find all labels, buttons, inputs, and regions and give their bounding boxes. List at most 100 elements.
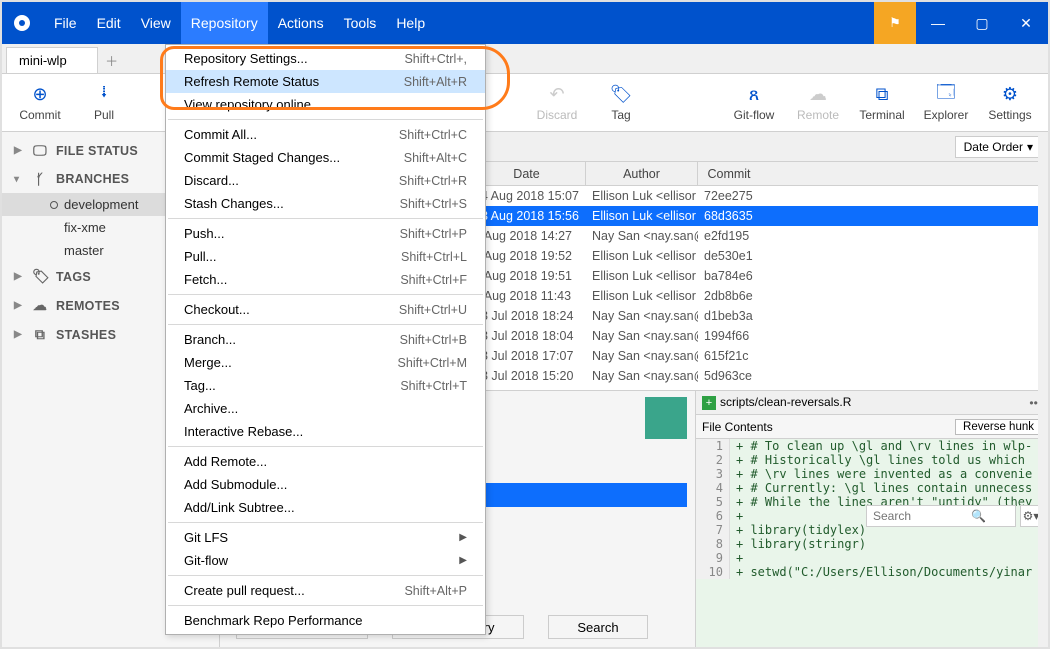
menu-item-label: Branch... [184,332,236,347]
search-input[interactable] [866,505,1016,527]
flag-icon: ⚑ [889,15,901,31]
submenu-arrow-icon: ▶ [459,555,467,566]
explorer-label: Explorer [924,108,969,122]
sidebar-branch-label: fix-xme [64,220,106,235]
gitflow-label: Git-flow [734,108,775,122]
menu-tools[interactable]: Tools [334,2,387,44]
menu-view[interactable]: View [131,2,181,44]
search-icon: 🔍 [971,509,986,523]
repo-tab[interactable]: mini-wlp [6,47,98,73]
menu-item[interactable]: Discard... Shift+Ctrl+R [166,169,485,192]
menu-item[interactable]: Refresh Remote StatusShift+Alt+R [166,70,485,93]
menu-item-label: Push... [184,226,224,241]
remote-button[interactable]: ☁ Remote [794,84,842,122]
sidebar-file-status-label: FILE STATUS [56,144,138,158]
discard-icon: ↶ [546,84,568,106]
menu-item-shortcut: Shift+Ctrl+R [399,174,467,188]
search-view-button[interactable]: Search [548,615,648,639]
remote-icon: ☁ [807,84,829,106]
menu-actions[interactable]: Actions [268,2,334,44]
added-file-icon: + [702,396,716,410]
menu-item[interactable]: View repository online [166,93,485,116]
commit-label: Commit [19,108,60,122]
close-button[interactable]: ✕ [1004,2,1048,44]
menu-item[interactable]: Checkout...Shift+Ctrl+U [166,298,485,321]
terminal-button[interactable]: ⧉Terminal [858,84,906,122]
menu-item-label: Repository Settings... [184,51,308,66]
title-bar: File Edit View Repository Actions Tools … [2,2,1048,44]
flag-button[interactable]: ⚑ [874,2,916,44]
menu-item[interactable]: Git-flow ▶ [166,549,485,572]
menu-item[interactable]: Git LFS▶ [166,526,485,549]
gitflow-button[interactable]: ጸGit-flow [730,84,778,122]
menu-item-label: Discard... [184,173,239,188]
menu-item[interactable]: Stash Changes...Shift+Ctrl+S [166,192,485,215]
menu-item[interactable]: Pull...Shift+Ctrl+L [166,245,485,268]
menu-item[interactable]: Push...Shift+Ctrl+P [166,222,485,245]
menu-item-label: View repository online [184,97,311,112]
date-order-label: Date Order [964,140,1023,154]
menu-file[interactable]: File [44,2,87,44]
menu-item-shortcut: Shift+Ctrl+M [398,356,467,370]
col-author[interactable]: Author [586,162,698,185]
settings-button[interactable]: ⚙Settings [986,84,1034,122]
discard-button[interactable]: ↶Discard [533,84,581,122]
menu-item-label: Git-flow [184,553,228,568]
menu-item[interactable]: Merge... Shift+Ctrl+M [166,351,485,374]
menu-item[interactable]: Create pull request...Shift+Alt+P [166,579,485,602]
menu-item-shortcut: Shift+Ctrl+C [399,128,467,142]
menu-edit[interactable]: Edit [87,2,131,44]
repo-tab-label: mini-wlp [19,53,67,68]
menu-item[interactable]: Add Submodule... [166,473,485,496]
menu-repository[interactable]: Repository [181,2,268,44]
tab-add-button[interactable]: ＋ [98,47,126,73]
menu-item[interactable]: Interactive Rebase... [166,420,485,443]
menu-item[interactable]: Add/Link Subtree... [166,496,485,519]
menu-item[interactable]: Commit All... Shift+Ctrl+C [166,123,485,146]
sidebar-stashes-label: STASHES [56,328,116,342]
menu-item-label: Stash Changes... [184,196,284,211]
settings-icon: ⚙ [999,84,1021,106]
diff-code-view[interactable]: 1# To clean up \gl and \rv lines in wlp-… [696,439,1048,647]
reverse-hunk-button[interactable]: Reverse hunk [955,419,1042,435]
commit-icon: ⊕ [29,84,51,106]
author-avatar [645,397,687,439]
menu-help[interactable]: Help [386,2,435,44]
menu-item-shortcut: Shift+Ctrl+B [400,333,467,347]
menu-item-label: Commit All... [184,127,257,142]
gear-icon: ⚙ [1023,509,1034,523]
cloud-icon: ☁ [32,297,48,314]
menu-item[interactable]: Commit Staged Changes...Shift+Alt+C [166,146,485,169]
chevron-down-icon: ▾ [1027,140,1033,154]
terminal-icon: ⧉ [871,84,893,106]
menu-item[interactable]: Add Remote... [166,450,485,473]
branch-icon: ᚶ [32,171,48,187]
menu-item[interactable]: Archive... [166,397,485,420]
repo-tab-bar: mini-wlp ＋ [2,44,1048,74]
menu-item-label: Add/Link Subtree... [184,500,295,515]
col-commit[interactable]: Commit [698,162,760,185]
menu-item[interactable]: Fetch...Shift+Ctrl+F [166,268,485,291]
main-toolbar: ⊕ Commit ⭭Pull ↶Discard 🏷Tag ጸGit-flow ☁ R… [2,74,1048,132]
menu-item[interactable]: Repository Settings...Shift+Ctrl+, [166,47,485,70]
minimize-button[interactable]: — [916,2,960,44]
tag-button[interactable]: 🏷Tag [597,84,645,122]
sidebar-tags-label: TAGS [56,270,91,284]
maximize-button[interactable]: ▢ [960,2,1004,44]
commit-button[interactable]: ⊕ Commit [16,84,64,122]
file-path: scripts/clean-reversals.R [720,395,851,409]
menu-item[interactable]: Tag...Shift+Ctrl+T [166,374,485,397]
pull-button[interactable]: ⭭Pull [80,84,128,122]
repository-menu-dropdown: Repository Settings...Shift+Ctrl+,Refres… [165,44,486,635]
menu-item-label: Benchmark Repo Performance [184,613,362,628]
date-order-dropdown[interactable]: Date Order ▾ [955,136,1042,158]
scrollbar[interactable] [1038,132,1048,647]
explorer-button[interactable]: 🗔Explorer [922,84,970,122]
menu-item[interactable]: Benchmark Repo Performance [166,609,485,632]
menu-item-label: Merge... [184,355,232,370]
remote-label: Remote [797,108,839,122]
pull-icon: ⭭ [93,84,115,106]
tag-label: Tag [611,108,630,122]
menu-item-shortcut: Shift+Alt+C [404,151,467,165]
menu-item[interactable]: Branch... Shift+Ctrl+B [166,328,485,351]
